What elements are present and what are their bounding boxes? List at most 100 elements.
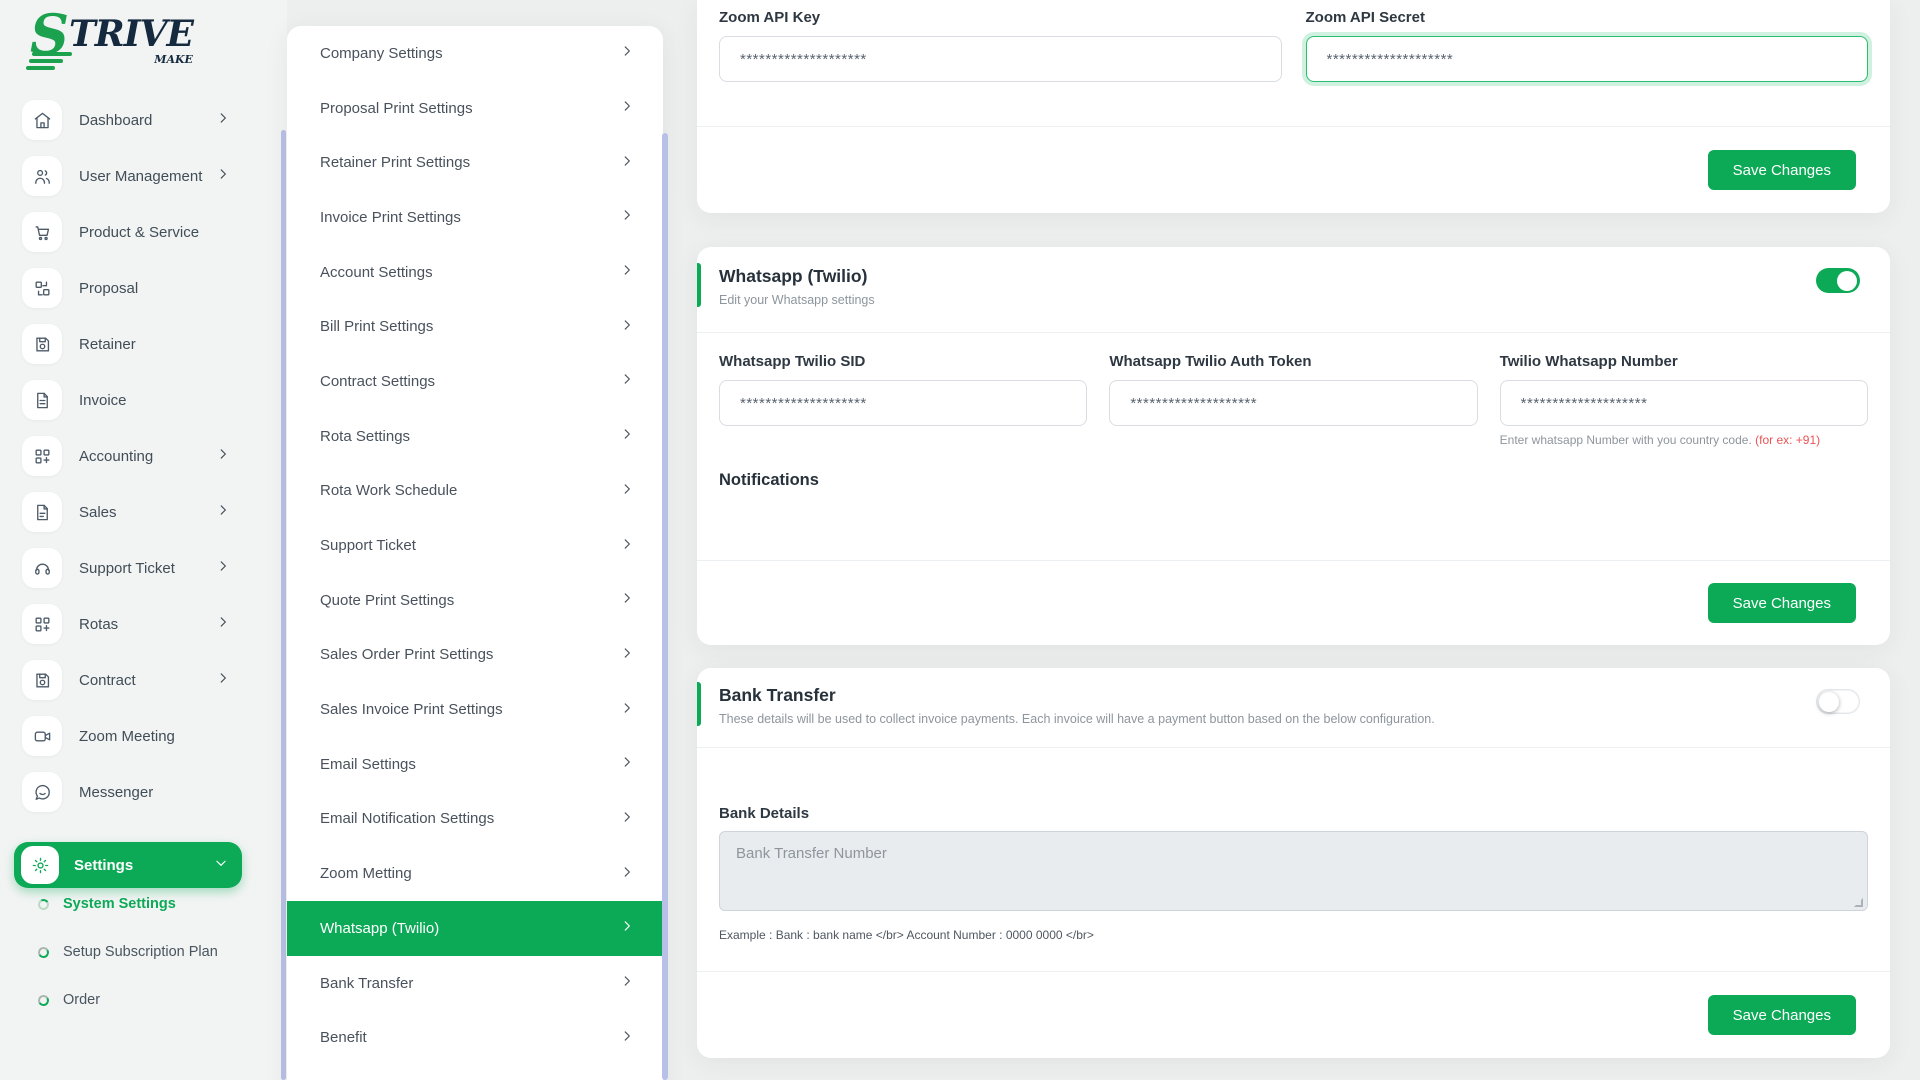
chevron-right-icon <box>216 167 230 186</box>
subnav-item-system-settings[interactable]: System Settings <box>0 880 287 928</box>
menu-item-label: Proposal Print Settings <box>320 100 473 117</box>
sidebar-item-label: User Management <box>79 168 202 185</box>
menu-item-benefit[interactable]: Benefit <box>287 1010 663 1065</box>
green-accent-bar <box>697 682 701 726</box>
subnav-item-label: Order <box>63 992 100 1008</box>
subnav-item-setup-subscription-plan[interactable]: Setup Subscription Plan <box>0 928 287 976</box>
chevron-right-icon <box>216 559 230 578</box>
twilio-sid-input[interactable] <box>719 380 1087 426</box>
logo-tagline: MAKE <box>154 53 193 66</box>
twilio-auth-token-input[interactable] <box>1109 380 1477 426</box>
bank-transfer-enable-toggle[interactable] <box>1816 689 1860 714</box>
menu-item-account-settings[interactable]: Account Settings <box>287 245 663 300</box>
sidebar-item-support-ticket[interactable]: Support Ticket <box>0 540 287 596</box>
sidebar-item-messenger[interactable]: Messenger <box>0 764 287 820</box>
sidebar-item-contract[interactable]: Contract <box>0 652 287 708</box>
sidebar-item-label: Zoom Meeting <box>79 728 175 745</box>
sidebar-item-label: Settings <box>74 857 133 874</box>
zoom-api-secret-label: Zoom API Secret <box>1306 9 1869 26</box>
menu-item-invoice-print-settings[interactable]: Invoice Print Settings <box>287 190 663 245</box>
bank-section-body: Bank Details Example : Bank : bank name … <box>697 748 1890 942</box>
sidebar-scrollbar[interactable] <box>281 130 286 1080</box>
chevron-right-icon <box>620 208 634 226</box>
bank-section-header: Bank Transfer These details will be used… <box>697 668 1890 748</box>
sidebar-item-zoom-meeting[interactable]: Zoom Meeting <box>0 708 287 764</box>
sidebar-item-user-management[interactable]: User Management <box>0 148 287 204</box>
sidebar-item-sales[interactable]: Sales <box>0 484 287 540</box>
zoom-api-key-label: Zoom API Key <box>719 9 1282 26</box>
sidebar-item-label: Accounting <box>79 448 153 465</box>
logo-s-glyph: S <box>30 12 67 58</box>
sidebar-item-label: Rotas <box>79 616 118 633</box>
settings-menu-scrollbar[interactable] <box>662 133 668 1080</box>
notifications-heading: Notifications <box>719 471 1868 490</box>
cart-icon <box>22 212 62 252</box>
chevron-right-icon <box>620 1029 634 1047</box>
subnav-item-order[interactable]: Order <box>0 976 287 1024</box>
sidebar-nav: Dashboard User Management Product & Serv… <box>0 92 287 820</box>
sidebar-item-rotas[interactable]: Rotas <box>0 596 287 652</box>
save-changes-button[interactable]: Save Changes <box>1708 150 1856 190</box>
menu-item-whatsapp-twilio-active[interactable]: Whatsapp (Twilio) <box>287 901 663 956</box>
bank-details-textarea[interactable] <box>719 831 1868 911</box>
zoom-api-secret-input[interactable] <box>1306 36 1869 82</box>
chevron-right-icon <box>620 646 634 664</box>
chevron-right-icon <box>620 99 634 117</box>
menu-item-email-settings[interactable]: Email Settings <box>287 737 663 792</box>
menu-item-sales-invoice-print-settings[interactable]: Sales Invoice Print Settings <box>287 682 663 737</box>
menu-item-zoom-metting[interactable]: Zoom Metting <box>287 846 663 901</box>
chevron-right-icon <box>620 44 634 62</box>
menu-item-label: Quote Print Settings <box>320 592 454 609</box>
menu-item-quote-print-settings[interactable]: Quote Print Settings <box>287 573 663 628</box>
twilio-sid-label: Whatsapp Twilio SID <box>719 353 1087 370</box>
save-changes-button[interactable]: Save Changes <box>1708 995 1856 1035</box>
green-accent-bar <box>697 263 701 307</box>
menu-item-label: Bill Print Settings <box>320 318 433 335</box>
save-icon <box>22 660 62 700</box>
sidebar-item-dashboard[interactable]: Dashboard <box>0 92 287 148</box>
menu-item-sales-order-print-settings[interactable]: Sales Order Print Settings <box>287 628 663 683</box>
chevron-right-icon <box>620 810 634 828</box>
bullet-circle-icon <box>37 897 50 910</box>
menu-item-proposal-print-settings[interactable]: Proposal Print Settings <box>287 81 663 136</box>
bank-section-subtitle: These details will be used to collect in… <box>719 712 1868 726</box>
whatsapp-enable-toggle[interactable] <box>1816 268 1860 293</box>
menu-item-label: Invoice Print Settings <box>320 209 461 226</box>
menu-item-label: Email Notification Settings <box>320 810 494 827</box>
settings-subnav: System Settings Setup Subscription Plan … <box>0 880 287 1024</box>
chevron-right-icon <box>620 154 634 172</box>
zoom-api-key-input[interactable] <box>719 36 1282 82</box>
menu-item-email-notification-settings[interactable]: Email Notification Settings <box>287 792 663 847</box>
sidebar-item-retainer[interactable]: Retainer <box>0 316 287 372</box>
menu-item-bill-print-settings[interactable]: Bill Print Settings <box>287 299 663 354</box>
menu-item-support-ticket[interactable]: Support Ticket <box>287 518 663 573</box>
twilio-whatsapp-number-input[interactable] <box>1500 380 1868 426</box>
whatsapp-number-help-example: (for ex: +91) <box>1755 433 1820 447</box>
chevron-right-icon <box>216 671 230 690</box>
sidebar-item-invoice[interactable]: Invoice <box>0 372 287 428</box>
sidebar-item-label: Sales <box>79 504 117 521</box>
sidebar-item-proposal[interactable]: Proposal <box>0 260 287 316</box>
menu-item-label: Support Ticket <box>320 537 416 554</box>
menu-item-label: Company Settings <box>320 45 443 62</box>
menu-item-sick-leave[interactable]: Sick Leave <box>287 1065 663 1080</box>
sidebar-item-accounting[interactable]: Accounting <box>0 428 287 484</box>
menu-item-rota-settings[interactable]: Rota Settings <box>287 409 663 464</box>
file-icon <box>22 492 62 532</box>
menu-item-contract-settings[interactable]: Contract Settings <box>287 354 663 409</box>
menu-item-bank-transfer[interactable]: Bank Transfer <box>287 956 663 1011</box>
menu-item-retainer-print-settings[interactable]: Retainer Print Settings <box>287 135 663 190</box>
whatsapp-section-body: Whatsapp Twilio SID Whatsapp Twilio Auth… <box>697 333 1890 490</box>
menu-item-rota-work-schedule[interactable]: Rota Work Schedule <box>287 464 663 519</box>
sidebar-item-label: Product & Service <box>79 224 199 241</box>
menu-item-label: Sales Order Print Settings <box>320 646 493 663</box>
sidebar-item-product-service[interactable]: Product & Service <box>0 204 287 260</box>
chevron-right-icon <box>620 591 634 609</box>
users-icon <box>22 156 62 196</box>
chevron-right-icon <box>620 865 634 883</box>
menu-item-company-settings[interactable]: Company Settings <box>287 26 663 81</box>
subnav-item-label: Setup Subscription Plan <box>63 944 218 960</box>
sidebar-item-label: Invoice <box>79 392 127 409</box>
save-changes-button[interactable]: Save Changes <box>1708 583 1856 623</box>
sidebar-item-label: Proposal <box>79 280 138 297</box>
